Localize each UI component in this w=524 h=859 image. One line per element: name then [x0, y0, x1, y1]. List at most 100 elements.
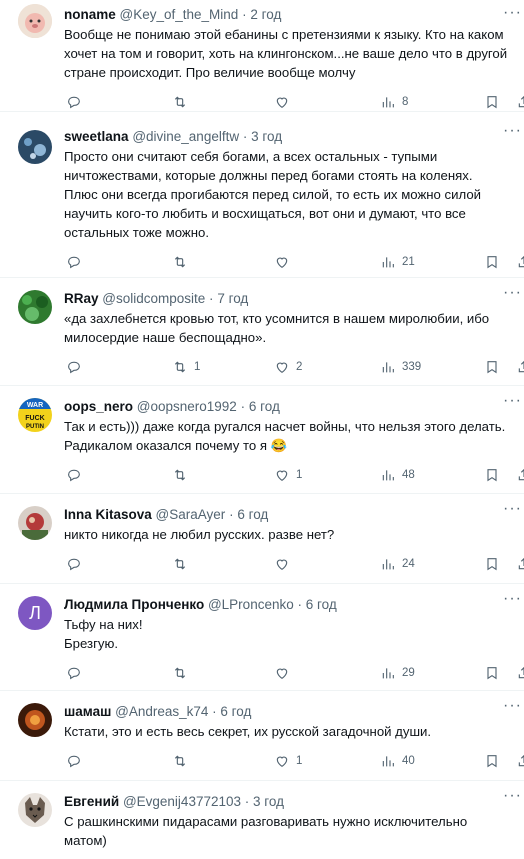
bookmark-button[interactable]: [484, 359, 500, 375]
retweet-button[interactable]: [172, 94, 188, 110]
author-handle[interactable]: @Evgenij43772103: [123, 794, 241, 809]
reply-button[interactable]: [66, 556, 82, 572]
author-handle[interactable]: @Andreas_k74: [115, 704, 208, 719]
author-name[interactable]: RRay: [64, 291, 99, 306]
retweet-button[interactable]: [172, 254, 188, 270]
timestamp[interactable]: 2 год: [250, 7, 281, 22]
tweet[interactable]: ··· RRay @solidcomposite · 7 год «да зах…: [0, 278, 524, 386]
avatar[interactable]: [18, 4, 52, 38]
author-name[interactable]: oops_nero: [64, 399, 133, 414]
avatar[interactable]: [18, 130, 52, 164]
tweet[interactable]: ··· sweetlana @divine_angelftw · 3 год П…: [0, 112, 524, 278]
tweet[interactable]: Л ··· Людмила Пронченко @LProncenko · 6 …: [0, 584, 524, 691]
action-bar: 29: [64, 657, 524, 691]
more-icon[interactable]: ···: [503, 697, 522, 715]
avatar[interactable]: WAR FUCK PUTIN: [18, 398, 52, 432]
views-button[interactable]: 8: [380, 94, 408, 110]
like-button[interactable]: 1: [274, 467, 302, 483]
share-button[interactable]: [516, 665, 524, 681]
more-icon[interactable]: ···: [503, 500, 522, 518]
author-handle[interactable]: @SaraAyer: [156, 507, 226, 522]
retweet-button[interactable]: [172, 753, 188, 769]
like-button[interactable]: [274, 556, 290, 572]
more-icon[interactable]: ···: [503, 4, 522, 22]
retweet-button[interactable]: 1: [172, 359, 200, 375]
reply-button[interactable]: [66, 359, 82, 375]
tweet-text: «да захлебнется кровью тот, кто усомнитс…: [64, 311, 490, 345]
tweet[interactable]: ··· noname @Key_of_the_Mind · 2 год Вооб…: [0, 0, 524, 112]
views-button[interactable]: 24: [380, 556, 415, 572]
author-handle[interactable]: @solidcomposite: [102, 291, 205, 306]
svg-text:FUCK: FUCK: [25, 415, 44, 422]
author-name[interactable]: Inna Kitasova: [64, 507, 152, 522]
bookmark-button[interactable]: [484, 94, 500, 110]
bookmark-button[interactable]: [484, 556, 500, 572]
separator-dot: ·: [297, 597, 303, 612]
more-icon[interactable]: ···: [503, 122, 522, 140]
retweet-button[interactable]: [172, 665, 188, 681]
views-button[interactable]: 40: [380, 753, 415, 769]
reply-icon: [68, 361, 80, 374]
author-name[interactable]: шамаш: [64, 704, 111, 719]
share-button[interactable]: [516, 94, 524, 110]
timestamp[interactable]: 6 год: [220, 704, 251, 719]
avatar[interactable]: [18, 703, 52, 737]
tweet[interactable]: ··· шамаш @Andreas_k74 · 6 год Кстати, э…: [0, 691, 524, 781]
reply-button[interactable]: [66, 467, 82, 483]
retweet-icon: [174, 256, 186, 268]
tweet[interactable]: ··· Евгений @Evgenij43772103 · 3 год С р…: [0, 781, 524, 859]
bookmark-button[interactable]: [484, 753, 500, 769]
retweet-icon: [174, 361, 186, 373]
more-icon[interactable]: ···: [503, 590, 522, 608]
avatar[interactable]: [18, 506, 52, 540]
bookmark-button[interactable]: [484, 254, 500, 270]
tweet[interactable]: WAR FUCK PUTIN ··· oops_nero @oopsnero1992…: [0, 386, 524, 494]
timestamp[interactable]: 6 год: [237, 507, 268, 522]
more-icon[interactable]: ···: [503, 392, 522, 410]
more-icon[interactable]: ···: [503, 787, 522, 805]
author-handle[interactable]: @divine_angelftw: [132, 129, 239, 144]
reply-button[interactable]: [66, 94, 82, 110]
views-button[interactable]: 48: [380, 467, 415, 483]
timestamp[interactable]: 3 год: [253, 794, 284, 809]
timestamp[interactable]: 6 год: [306, 597, 337, 612]
bookmark-button[interactable]: [484, 665, 500, 681]
retweet-button[interactable]: [172, 467, 188, 483]
views-button[interactable]: 29: [380, 665, 415, 681]
reply-button[interactable]: [66, 665, 82, 681]
author-name[interactable]: noname: [64, 7, 116, 22]
author-name[interactable]: sweetlana: [64, 129, 129, 144]
author-handle[interactable]: @Key_of_the_Mind: [120, 7, 239, 22]
avatar[interactable]: [18, 290, 52, 324]
author-name[interactable]: Евгений: [64, 794, 119, 809]
avatar[interactable]: Л: [18, 596, 52, 630]
share-button[interactable]: [516, 359, 524, 375]
views-button[interactable]: 339: [380, 359, 421, 375]
bookmark-button[interactable]: [484, 467, 500, 483]
like-button[interactable]: [274, 254, 290, 270]
reply-icon: [68, 256, 80, 269]
more-icon[interactable]: ···: [503, 284, 522, 302]
views-button[interactable]: 21: [380, 254, 415, 270]
share-button[interactable]: [516, 254, 524, 270]
reply-button[interactable]: [66, 753, 82, 769]
avatar[interactable]: [18, 793, 52, 827]
timestamp[interactable]: 6 год: [249, 399, 280, 414]
share-button[interactable]: [516, 467, 524, 483]
timestamp[interactable]: 7 год: [217, 291, 248, 306]
tweet[interactable]: ··· Inna Kitasova @SaraAyer · 6 год никт…: [0, 494, 524, 584]
share-button[interactable]: [516, 556, 524, 572]
like-button[interactable]: 1: [274, 753, 302, 769]
like-button[interactable]: [274, 94, 290, 110]
author-handle[interactable]: @oopsnero1992: [137, 399, 237, 414]
retweet-button[interactable]: [172, 556, 188, 572]
heart-icon: [276, 756, 288, 768]
author-handle[interactable]: @LProncenko: [208, 597, 294, 612]
share-button[interactable]: [516, 753, 524, 769]
timestamp[interactable]: 3 год: [251, 129, 282, 144]
bookmark-icon: [487, 96, 497, 109]
like-button[interactable]: [274, 665, 290, 681]
author-name[interactable]: Людмила Пронченко: [64, 597, 204, 612]
like-button[interactable]: 2: [274, 359, 302, 375]
reply-button[interactable]: [66, 254, 82, 270]
